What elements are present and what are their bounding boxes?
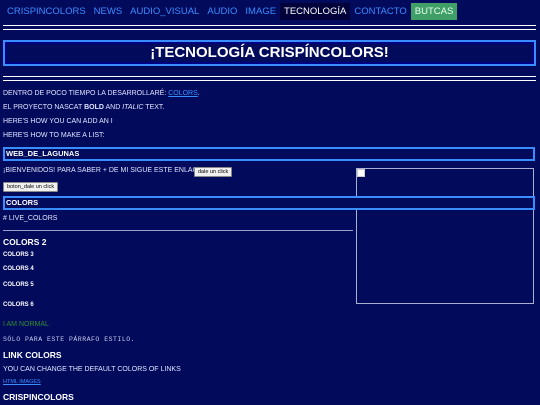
divider [3, 230, 353, 231]
colors-link[interactable]: COLORS [168, 90, 198, 97]
divider [3, 29, 536, 30]
intro-line-3: HERE'S HOW YOU CAN ADD AN I [3, 118, 113, 125]
nav-item-butcas[interactable]: BUTCAS [410, 3, 458, 20]
heading-link-colors: LINK COLORS [3, 350, 62, 360]
nav-item-audio[interactable]: AUDIO [203, 3, 241, 20]
nav-item-contacto[interactable]: CONTACTO [350, 3, 410, 20]
html-images-link[interactable]: HTML IMAGES [3, 379, 41, 385]
link-colors-text: YOU CAN CHANGE THE DEFAULT COLORS OF LIN… [3, 366, 181, 373]
section-colors: COLORS [3, 196, 535, 210]
italic-text: ITALIC [122, 104, 144, 111]
top-nav: CRISPINCOLORS NEWS AUDIO_VISUAL AUDIO IM… [3, 3, 458, 20]
nav-item-image[interactable]: IMAGE [241, 3, 280, 20]
normal-text: I AM NORMAL [3, 321, 49, 328]
intro-text: AND [105, 104, 121, 111]
divider [3, 25, 536, 26]
intro-line-1: DENTRO DE POCO TIEMPO LA DESARROLLARÉ: C… [3, 90, 200, 97]
section-web-de-lagunas: WEB_DE_LAGUNAS [3, 147, 535, 161]
monospace-paragraph: SÓLO PARA ESTE PÁRRAFO ESTILO. [3, 336, 136, 343]
heading-colors-3: COLORS 3 [3, 252, 34, 258]
heading-colors-4: COLORS 4 [3, 266, 34, 272]
live-colors-text: # LIVE_COLORS [3, 215, 58, 222]
page-title: ¡TECNOLOGÍA CRISPÍNCOLORS! [3, 40, 536, 66]
nav-item-tecnologia[interactable]: TECNOLOGÍA [280, 3, 351, 20]
intro-text: TEXT. [145, 104, 165, 111]
heading-colors-6: COLORS 6 [3, 302, 34, 308]
broken-image [356, 168, 534, 304]
dale-un-click-button[interactable]: dale un click [194, 167, 233, 177]
intro-line-4: HERE'S HOW TO MAKE A LIST: [3, 132, 105, 139]
welcome-text: ¡BIENVENIDOS! PARA SABER + DE MI SIGUE E… [3, 167, 205, 174]
nav-item-news[interactable]: NEWS [90, 3, 127, 20]
broken-image-icon [357, 169, 365, 177]
boton-dale-un-click-button[interactable]: boton_dale un click [3, 182, 59, 192]
heading-colors-2: COLORS 2 [3, 237, 47, 247]
nav-item-audio-visual[interactable]: AUDIO_VISUAL [126, 3, 203, 20]
intro-text: DENTRO DE POCO TIEMPO LA DESARROLLARÉ: [3, 90, 167, 97]
heading-colors-5: COLORS 5 [3, 282, 34, 288]
footer-heading: CRISPINCOLORS [3, 392, 74, 402]
intro-text: EL PROYECTO NASCAT [3, 104, 83, 111]
bold-text: BOLD [84, 104, 104, 111]
intro-punct: . [197, 90, 200, 97]
divider [3, 80, 536, 81]
divider [3, 76, 536, 77]
intro-line-2: EL PROYECTO NASCAT BOLD AND ITALIC TEXT. [3, 104, 164, 111]
nav-item-crispincolors[interactable]: CRISPINCOLORS [3, 3, 90, 20]
